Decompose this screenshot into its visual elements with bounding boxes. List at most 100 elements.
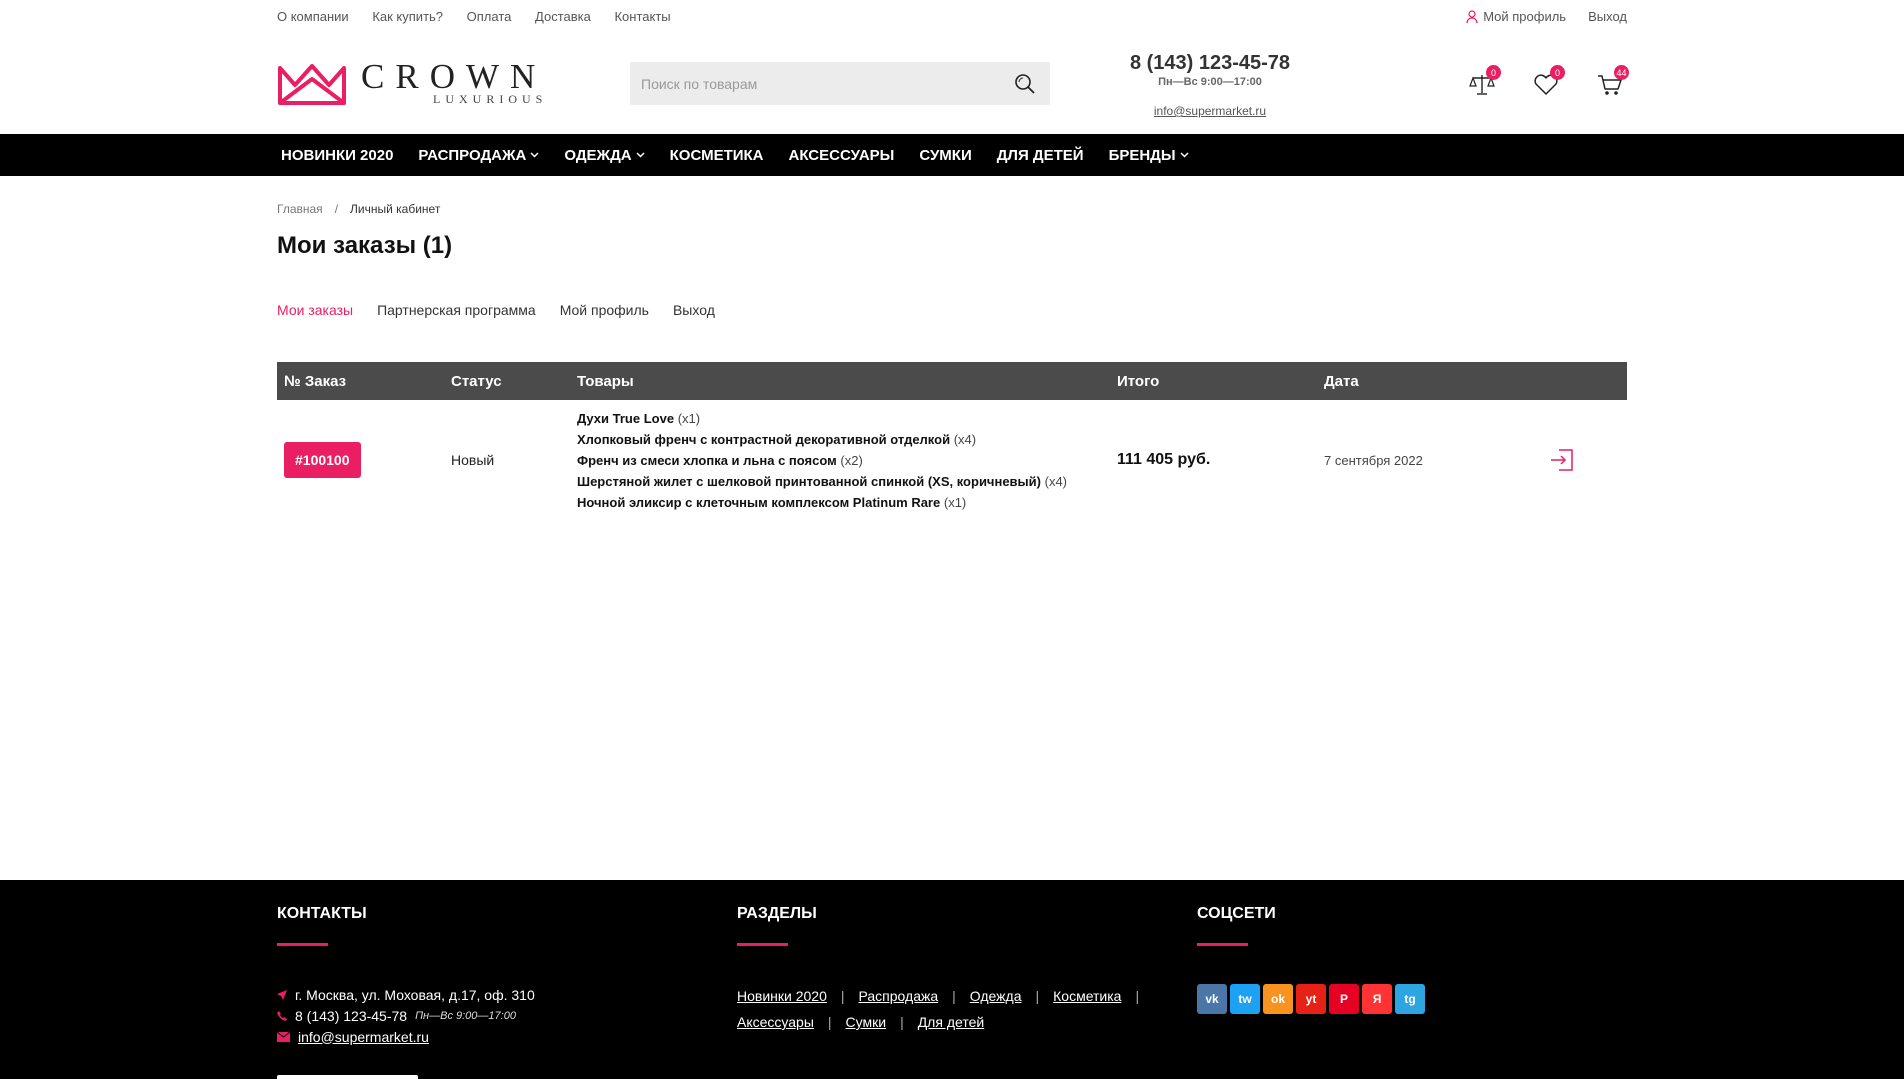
goods-qty: (x1) — [943, 494, 967, 510]
footer-link-kids[interactable]: Для детей — [918, 1014, 984, 1030]
goods-name[interactable]: Хлопковый френч с контрастной декоративн… — [577, 432, 950, 447]
nav-item-sale[interactable]: РАСПРОДАЖА — [414, 147, 543, 164]
search-button[interactable] — [1000, 62, 1050, 105]
yandex-icon[interactable]: Я — [1362, 984, 1392, 1014]
footer-link-clothes[interactable]: Одежда — [970, 988, 1022, 1004]
nav-label: АКСЕССУАРЫ — [788, 146, 895, 164]
footer-contacts: КОНТАКТЫ г. Москва, ул. Моховая, д.17, о… — [277, 905, 535, 1047]
vk-icon[interactable]: vk — [1197, 984, 1227, 1014]
telegram-icon[interactable]: tg — [1395, 984, 1425, 1014]
goods-name[interactable]: Духи True Love — [577, 411, 674, 426]
top-links: О компании Как купить? Оплата Доставка К… — [277, 9, 691, 24]
tab-my-profile[interactable]: Мой профиль — [560, 302, 649, 318]
top-link-about[interactable]: О компании — [277, 9, 349, 24]
footer: КОНТАКТЫ г. Москва, ул. Моховая, д.17, о… — [0, 880, 1904, 1079]
footer-contacts-title: КОНТАКТЫ — [277, 905, 367, 922]
footer-address-row: г. Москва, ул. Моховая, д.17, оф. 310 — [277, 984, 535, 1005]
nav-item-cosmetics[interactable]: КОСМЕТИКА — [666, 147, 768, 164]
breadcrumb-home[interactable]: Главная — [277, 202, 323, 216]
footer-email[interactable]: info@supermarket.ru — [298, 1029, 429, 1045]
compare-button[interactable]: 0 — [1465, 65, 1501, 101]
order-number-badge[interactable]: #100100 — [284, 442, 361, 478]
footer-phone-row: 8 (143) 123-45-78 Пн—Вс 9:00—17:00 — [277, 1005, 535, 1026]
top-link-payment[interactable]: Оплата — [467, 9, 512, 24]
top-bar: О компании Как купить? Оплата Доставка К… — [277, 0, 1627, 33]
search-input[interactable] — [630, 75, 1000, 92]
table-row: #100100 Новый Духи True Love (x1) Хлопко… — [277, 400, 1627, 520]
goods-qty: (x2) — [840, 452, 863, 468]
header-phone[interactable]: 8 (143) 123-45-78 — [1115, 52, 1305, 75]
goods-name[interactable]: Шерстяной жилет с шелковой принтованной … — [577, 474, 1041, 489]
footer-hours: Пн—Вс 9:00—17:00 — [415, 1009, 516, 1022]
header-hours: Пн—Вс 9:00—17:00 — [1158, 76, 1262, 88]
nav-item-kids[interactable]: ДЛЯ ДЕТЕЙ — [993, 147, 1088, 164]
footer-socials: СОЦСЕТИ vk tw ok yt P Я tg — [1197, 905, 1425, 1014]
location-arrow-icon — [277, 989, 287, 1000]
profile-label: Мой профиль — [1483, 9, 1567, 24]
nav-label: КОСМЕТИКА — [669, 146, 764, 164]
goods-name[interactable]: Ночной эликсир с клеточным комплексом Pl… — [577, 495, 940, 510]
col-date: Дата — [1324, 372, 1359, 390]
chevron-down-icon — [530, 152, 539, 158]
footer-button-edge[interactable] — [277, 1075, 418, 1079]
footer-phone[interactable]: 8 (143) 123-45-78 — [295, 1008, 407, 1024]
top-link-how-to-buy[interactable]: Как купить? — [372, 9, 443, 24]
footer-socials-title: СОЦСЕТИ — [1197, 905, 1276, 922]
open-order-icon[interactable] — [1549, 447, 1575, 473]
brand-name: CROWN — [361, 57, 547, 96]
compare-count-badge: 0 — [1486, 65, 1501, 80]
goods-item: Шерстяной жилет с шелковой принтованной … — [577, 471, 1117, 492]
nav-label: СУМКИ — [919, 146, 972, 164]
page-title: Мои заказы (1) — [277, 232, 453, 259]
chevron-down-icon — [636, 152, 645, 158]
order-status: Новый — [451, 452, 495, 468]
title-underline — [1197, 943, 1248, 946]
phone-block: 8 (143) 123-45-78 Пн—Вс 9:00—17:00 info@… — [1115, 52, 1305, 118]
footer-link-cosmetics[interactable]: Косметика — [1053, 988, 1121, 1004]
footer-link-sale[interactable]: Распродажа — [859, 988, 939, 1004]
chevron-down-icon — [1180, 152, 1189, 158]
youtube-icon[interactable]: yt — [1296, 984, 1326, 1014]
goods-item: Ночной эликсир с клеточным комплексом Pl… — [577, 492, 1117, 513]
main-nav: НОВИНКИ 2020 РАСПРОДАЖА ОДЕЖДА КОСМЕТИКА… — [0, 134, 1904, 176]
pinterest-icon[interactable]: P — [1329, 984, 1359, 1014]
logo[interactable]: CROWN LUXURIOUS — [277, 57, 548, 107]
footer-link-new[interactable]: Новинки 2020 — [737, 988, 827, 1004]
nav-item-brands[interactable]: БРЕНДЫ — [1105, 147, 1193, 164]
cart-count-badge: 44 — [1614, 65, 1629, 80]
user-icon — [1466, 9, 1478, 23]
top-link-delivery[interactable]: Доставка — [535, 9, 591, 24]
profile-link[interactable]: Мой профиль — [1466, 9, 1566, 24]
nav-item-new[interactable]: НОВИНКИ 2020 — [277, 147, 397, 164]
nav-item-bags[interactable]: СУМКИ — [915, 147, 975, 164]
wishlist-button[interactable]: 0 — [1529, 65, 1565, 101]
goods-item: Френч из смеси хлопка и льна с поясом (x… — [577, 450, 1117, 471]
nav-item-clothes[interactable]: ОДЕЖДА — [560, 147, 648, 164]
tab-my-orders[interactable]: Мои заказы — [277, 302, 353, 318]
wishlist-count-badge: 0 — [1550, 65, 1565, 80]
cart-button[interactable]: 44 — [1593, 65, 1629, 101]
twitter-icon[interactable]: tw — [1230, 984, 1260, 1014]
phone-icon — [277, 1010, 287, 1021]
goods-qty: (x4) — [953, 431, 977, 447]
tab-partner-program[interactable]: Партнерская программа — [377, 302, 536, 318]
goods-name[interactable]: Френч из смеси хлопка и льна с поясом — [577, 453, 837, 468]
tab-logout[interactable]: Выход — [673, 302, 715, 318]
order-goods-list: Духи True Love (x1) Хлопковый френч с ко… — [577, 408, 1117, 513]
col-total: Итого — [1117, 372, 1160, 390]
title-underline — [737, 943, 788, 946]
odnoklassniki-icon[interactable]: ok — [1263, 984, 1293, 1014]
footer-link-bags[interactable]: Сумки — [846, 1014, 887, 1030]
logout-link[interactable]: Выход — [1588, 9, 1627, 24]
header-email[interactable]: info@supermarket.ru — [1115, 104, 1305, 118]
nav-item-accessories[interactable]: АКСЕССУАРЫ — [785, 147, 899, 164]
top-link-contacts[interactable]: Контакты — [614, 9, 670, 24]
brand-sub: LUXURIOUS — [433, 92, 548, 106]
col-goods: Товары — [577, 372, 634, 390]
breadcrumb-separator: / — [334, 202, 339, 216]
nav-label: ОДЕЖДА — [564, 146, 632, 164]
crown-logo-icon — [278, 64, 346, 105]
search-box — [630, 62, 1050, 105]
footer-link-accessories[interactable]: Аксессуары — [737, 1014, 814, 1030]
order-date: 7 сентября 2022 — [1324, 452, 1423, 468]
